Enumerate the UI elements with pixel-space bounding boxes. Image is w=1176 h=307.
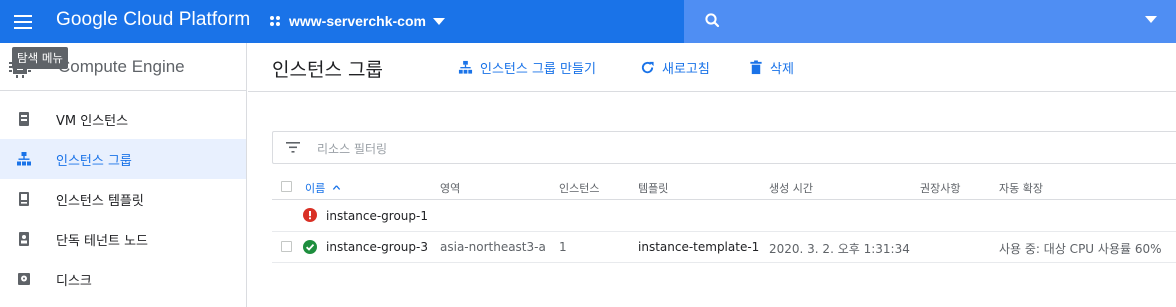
vm-instance-icon <box>19 112 29 126</box>
chevron-down-icon[interactable] <box>1145 16 1157 23</box>
hamburger-menu-icon <box>14 15 32 29</box>
search-bar[interactable] <box>684 0 1176 43</box>
autoscale-cell: 사용 중: 대상 CPU 사용률 60% <box>999 242 1162 256</box>
product-name: Compute Engine <box>58 57 185 76</box>
menu-tooltip: 탐색 메뉴 <box>12 47 68 69</box>
sidebar-item-vm-instances[interactable]: VM 인스턴스 <box>0 99 246 139</box>
refresh-label: 새로고침 <box>662 61 710 77</box>
table-header: 이름 영역 인스턴스 템플릿 생성 시간 권장사항 자동 확장 <box>272 173 1176 200</box>
column-header-instances[interactable]: 인스턴스 <box>559 180 599 196</box>
disk-icon <box>18 273 30 285</box>
check-circle-icon <box>303 240 317 254</box>
column-header-recommendation[interactable]: 권장사항 <box>920 180 960 196</box>
column-header-autoscale[interactable]: 자동 확장 <box>999 180 1043 196</box>
sidebar-item-label: VM 인스턴스 <box>56 113 129 129</box>
filter-icon <box>286 142 300 153</box>
app-title[interactable]: Google Cloud Platform <box>56 9 250 31</box>
filter-placeholder: 리소스 필터링 <box>317 142 388 156</box>
search-icon <box>705 13 720 28</box>
delete-button[interactable]: 삭제 <box>749 57 794 77</box>
arrow-up-icon <box>332 185 340 190</box>
instance-template-icon <box>19 192 29 206</box>
select-all-checkbox[interactable] <box>281 181 292 192</box>
instance-group-icon <box>17 152 31 166</box>
table-row[interactable]: instance-group-3 asia-northeast3-a 1 ins… <box>272 232 1176 263</box>
sidebar-item-disks[interactable]: 디스크 <box>0 259 246 299</box>
sidebar: Compute Engine VM 인스턴스 인스턴스 그룹 인스턴스 템플릿 … <box>0 43 247 307</box>
sidebar-item-instance-groups[interactable]: 인스턴스 그룹 <box>0 139 246 179</box>
page-title: 인스턴스 그룹 <box>272 59 383 81</box>
divider <box>248 91 1176 92</box>
sole-tenant-node-icon <box>19 232 29 246</box>
sidebar-item-label: 인스턴스 그룹 <box>56 153 132 169</box>
sidebar-item-label: 단독 테넌트 노드 <box>56 233 148 249</box>
refresh-icon <box>641 61 654 73</box>
error-icon <box>303 208 317 222</box>
chevron-down-icon <box>432 17 445 25</box>
sidebar-item-label: 디스크 <box>56 273 92 289</box>
sidebar-item-sole-tenant-nodes[interactable]: 단독 테넌트 노드 <box>0 219 246 259</box>
column-header-zone[interactable]: 영역 <box>440 180 460 196</box>
table-row[interactable]: instance-group-1 <box>272 201 1176 232</box>
column-header-name[interactable]: 이름 <box>305 180 341 196</box>
top-bar: Google Cloud Platform www-serverchk-com <box>0 0 1176 43</box>
instance-group-name-link[interactable]: instance-group-1 <box>326 209 428 223</box>
project-selector[interactable]: www-serverchk-com <box>268 10 445 32</box>
navigation-menu-button[interactable] <box>4 3 42 41</box>
create-instance-group-button[interactable]: 인스턴스 그룹 만들기 <box>458 57 596 77</box>
column-header-created[interactable]: 생성 시간 <box>769 180 813 196</box>
delete-label: 삭제 <box>770 61 794 77</box>
sidebar-item-label: 인스턴스 템플릿 <box>56 193 144 209</box>
row-checkbox[interactable] <box>281 241 292 252</box>
resource-filter-input[interactable]: 리소스 필터링 <box>272 131 1176 164</box>
created-cell: 2020. 3. 2. 오후 1:31:34 <box>769 242 910 256</box>
create-label: 인스턴스 그룹 만들기 <box>480 61 596 77</box>
refresh-button[interactable]: 새로고침 <box>640 57 710 77</box>
trash-icon <box>750 59 762 74</box>
project-name: www-serverchk-com <box>289 13 426 29</box>
sidebar-item-instance-templates[interactable]: 인스턴스 템플릿 <box>0 179 246 219</box>
instances-cell: 1 <box>559 240 567 254</box>
zone-cell: asia-northeast3-a <box>440 240 546 254</box>
instance-group-name-link[interactable]: instance-group-3 <box>326 240 428 254</box>
column-header-template[interactable]: 템플릿 <box>638 180 668 196</box>
instance-group-icon <box>458 60 473 74</box>
template-link[interactable]: instance-template-1 <box>638 240 759 254</box>
project-dots-icon <box>270 16 280 26</box>
